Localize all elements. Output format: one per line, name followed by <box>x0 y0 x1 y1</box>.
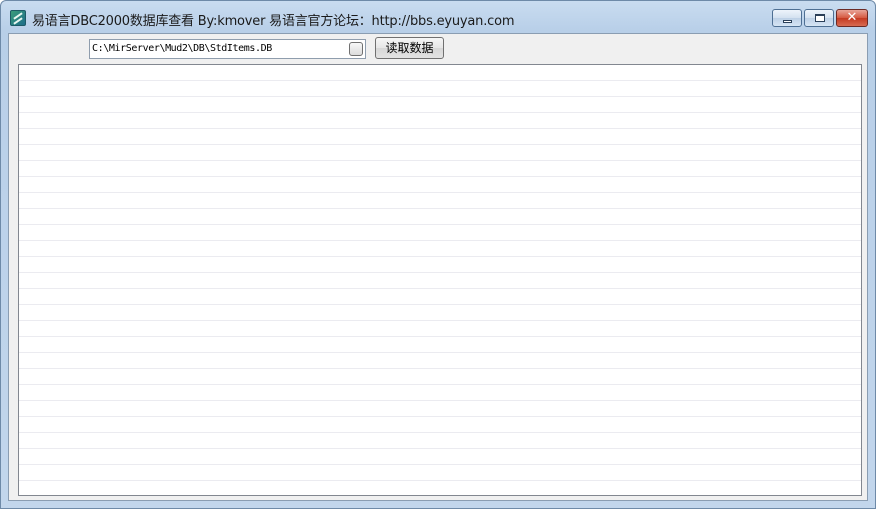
client-area: C:\MirServer\Mud2\DB\StdItems.DB 读取数据 <box>8 33 868 501</box>
db-path-input[interactable]: C:\MirServer\Mud2\DB\StdItems.DB <box>89 39 366 59</box>
grid-row[interactable] <box>19 481 861 495</box>
close-button[interactable]: ✕ <box>836 9 868 27</box>
grid-row[interactable] <box>19 369 861 385</box>
grid-row[interactable] <box>19 353 861 369</box>
grid-row[interactable] <box>19 433 861 449</box>
grid-row[interactable] <box>19 129 861 145</box>
data-grid[interactable] <box>18 64 862 496</box>
main-window: 易语言DBC2000数据库查看 By:kmover 易语言官方论坛：http:/… <box>0 0 876 509</box>
grid-row[interactable] <box>19 337 861 353</box>
title-bar[interactable]: 易语言DBC2000数据库查看 By:kmover 易语言官方论坛：http:/… <box>1 1 875 33</box>
grid-row[interactable] <box>19 209 861 225</box>
grid-row[interactable] <box>19 241 861 257</box>
grid-row[interactable] <box>19 161 861 177</box>
minimize-button[interactable] <box>772 9 802 27</box>
grid-row[interactable] <box>19 225 861 241</box>
grid-row[interactable] <box>19 449 861 465</box>
grid-row[interactable] <box>19 145 861 161</box>
grid-row[interactable] <box>19 401 861 417</box>
grid-row[interactable] <box>19 81 861 97</box>
db-path-value: C:\MirServer\Mud2\DB\StdItems.DB <box>92 43 272 54</box>
grid-row[interactable] <box>19 113 861 129</box>
window-title: 易语言DBC2000数据库查看 By:kmover 易语言官方论坛：http:/… <box>32 14 515 29</box>
grid-row[interactable] <box>19 273 861 289</box>
read-data-button[interactable]: 读取数据 <box>375 37 444 59</box>
maximize-button[interactable] <box>804 9 834 27</box>
grid-row[interactable] <box>19 321 861 337</box>
maximize-icon <box>815 14 825 22</box>
grid-row[interactable] <box>19 465 861 481</box>
grid-row[interactable] <box>19 305 861 321</box>
grid-row[interactable] <box>19 417 861 433</box>
grid-row[interactable] <box>19 177 861 193</box>
grid-row[interactable] <box>19 257 861 273</box>
grid-row[interactable] <box>19 289 861 305</box>
grid-row[interactable] <box>19 65 861 81</box>
grid-row[interactable] <box>19 193 861 209</box>
grid-rows <box>19 65 861 495</box>
browse-button[interactable] <box>349 42 363 56</box>
app-icon[interactable] <box>10 10 26 26</box>
close-icon: ✕ <box>846 10 858 25</box>
grid-row[interactable] <box>19 385 861 401</box>
grid-row[interactable] <box>19 97 861 113</box>
minimize-icon <box>783 20 792 23</box>
